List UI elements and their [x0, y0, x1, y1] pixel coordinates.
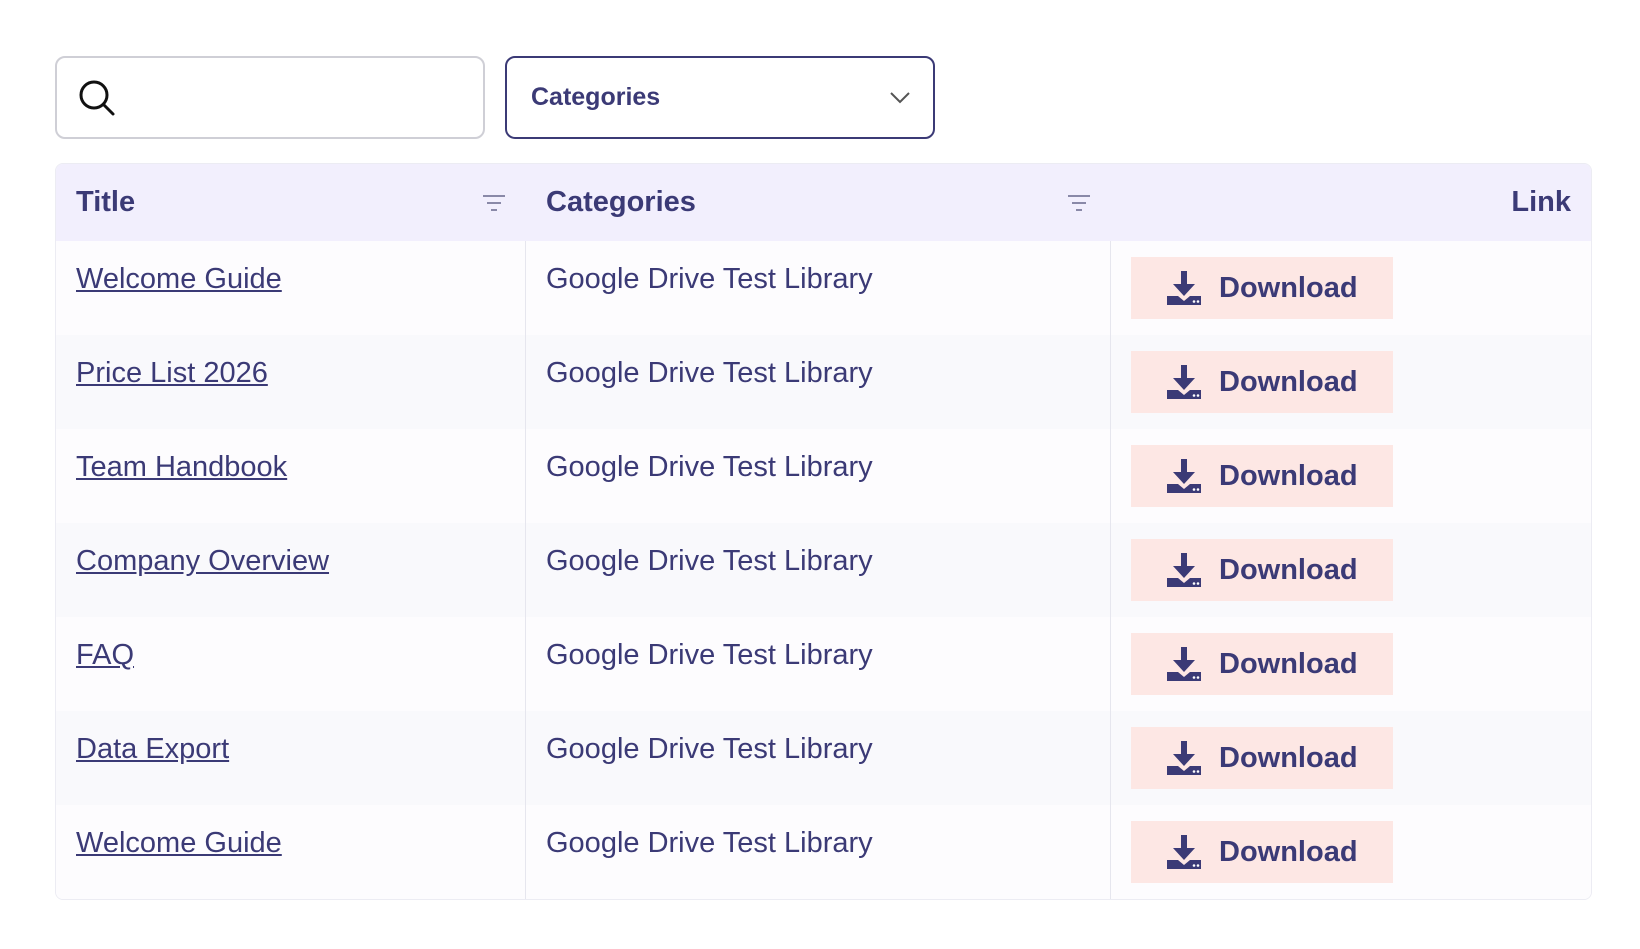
categories-dropdown[interactable]: Categories — [505, 56, 935, 139]
cell-link: Download — [1111, 711, 1591, 805]
table-row: Company Overview Google Drive Test Libra… — [56, 523, 1591, 617]
table-row: Welcome Guide Google Drive Test Library … — [56, 241, 1591, 335]
toolbar: Categories — [55, 56, 1592, 139]
column-header-title-label: Title — [76, 186, 136, 218]
document-title-link[interactable]: Price List 2026 — [76, 357, 268, 389]
table-row: Team Handbook Google Drive Test Library … — [56, 429, 1591, 523]
download-button[interactable]: Download — [1131, 445, 1393, 507]
table-row: FAQ Google Drive Test Library Download — [56, 617, 1591, 711]
cell-link: Download — [1111, 805, 1591, 899]
table-header: Title Categories Link — [56, 164, 1591, 241]
cell-category: Google Drive Test Library — [526, 617, 1111, 711]
download-button-label: Download — [1219, 365, 1358, 398]
column-header-link: Link — [1111, 164, 1591, 241]
column-header-categories[interactable]: Categories — [526, 164, 1111, 241]
table-row: Welcome Guide Google Drive Test Library … — [56, 805, 1591, 899]
cell-category: Google Drive Test Library — [526, 523, 1111, 617]
cell-link: Download — [1111, 241, 1591, 335]
chevron-down-icon — [890, 91, 910, 103]
download-button-label: Download — [1219, 271, 1358, 304]
table-row: Price List 2026 Google Drive Test Librar… — [56, 335, 1591, 429]
cell-title: Welcome Guide — [56, 241, 526, 335]
download-icon — [1167, 271, 1201, 305]
download-button-label: Download — [1219, 835, 1358, 868]
categories-dropdown-label: Categories — [531, 83, 661, 111]
download-icon — [1167, 459, 1201, 493]
cell-category: Google Drive Test Library — [526, 335, 1111, 429]
download-button[interactable]: Download — [1131, 727, 1393, 789]
filter-icon[interactable] — [1067, 193, 1091, 213]
filter-icon[interactable] — [482, 193, 506, 213]
documents-table: Title Categories Link Welcome Guide Goog… — [55, 163, 1592, 900]
download-button[interactable]: Download — [1131, 539, 1393, 601]
cell-category: Google Drive Test Library — [526, 711, 1111, 805]
download-button-label: Download — [1219, 459, 1358, 492]
document-title-link[interactable]: Welcome Guide — [76, 827, 282, 859]
download-button-label: Download — [1219, 553, 1358, 586]
table-row: Data Export Google Drive Test Library Do… — [56, 711, 1591, 805]
download-icon — [1167, 365, 1201, 399]
download-button[interactable]: Download — [1131, 351, 1393, 413]
document-title-link[interactable]: FAQ — [76, 639, 134, 671]
download-button-label: Download — [1219, 741, 1358, 774]
document-title-link[interactable]: Team Handbook — [76, 451, 287, 483]
column-header-categories-label: Categories — [546, 186, 696, 218]
cell-link: Download — [1111, 617, 1591, 711]
cell-category: Google Drive Test Library — [526, 429, 1111, 523]
column-header-title[interactable]: Title — [56, 164, 526, 241]
document-library: Categories Title Categories Link Welcome… — [55, 56, 1592, 900]
download-icon — [1167, 553, 1201, 587]
download-icon — [1167, 741, 1201, 775]
table-body: Welcome Guide Google Drive Test Library … — [56, 241, 1591, 899]
cell-title: FAQ — [56, 617, 526, 711]
cell-link: Download — [1111, 335, 1591, 429]
column-header-link-label: Link — [1511, 186, 1571, 218]
cell-category: Google Drive Test Library — [526, 805, 1111, 899]
cell-title: Company Overview — [56, 523, 526, 617]
document-title-link[interactable]: Company Overview — [76, 545, 329, 577]
download-icon — [1167, 835, 1201, 869]
cell-link: Download — [1111, 523, 1591, 617]
document-title-link[interactable]: Welcome Guide — [76, 263, 282, 295]
search-box[interactable] — [55, 56, 485, 139]
cell-title: Price List 2026 — [56, 335, 526, 429]
cell-link: Download — [1111, 429, 1591, 523]
download-button[interactable]: Download — [1131, 257, 1393, 319]
download-button-label: Download — [1219, 647, 1358, 680]
search-icon — [79, 80, 115, 115]
document-title-link[interactable]: Data Export — [76, 733, 229, 765]
cell-title: Team Handbook — [56, 429, 526, 523]
download-button[interactable]: Download — [1131, 821, 1393, 883]
cell-title: Data Export — [56, 711, 526, 805]
cell-title: Welcome Guide — [56, 805, 526, 899]
download-icon — [1167, 647, 1201, 681]
download-button[interactable]: Download — [1131, 633, 1393, 695]
cell-category: Google Drive Test Library — [526, 241, 1111, 335]
search-input[interactable] — [127, 58, 483, 137]
